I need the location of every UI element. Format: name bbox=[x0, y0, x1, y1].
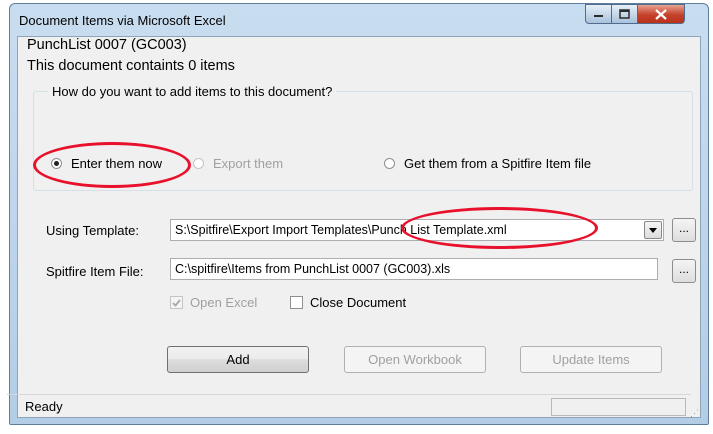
close-button[interactable] bbox=[637, 4, 685, 24]
maximize-icon bbox=[619, 9, 630, 19]
checkbox-box bbox=[170, 296, 183, 309]
open-excel-checkbox: Open Excel bbox=[170, 295, 257, 310]
document-name: PunchList 0007 (GC003) bbox=[27, 37, 187, 53]
update-items-button: Update Items bbox=[520, 346, 662, 373]
add-button[interactable]: Add bbox=[167, 346, 309, 373]
radio-spitfire-file[interactable]: Get them from a Spitfire Item file bbox=[384, 156, 591, 171]
template-browse-button[interactable]: ... bbox=[672, 218, 696, 242]
radio-button[interactable] bbox=[384, 158, 395, 169]
maximize-button[interactable] bbox=[611, 4, 638, 24]
radio-button bbox=[193, 158, 204, 169]
template-dropdown-button[interactable] bbox=[644, 221, 662, 239]
radio-export: Export them bbox=[193, 156, 283, 171]
close-icon bbox=[655, 8, 667, 20]
document-item-count: This document containts 0 items bbox=[27, 58, 235, 74]
window-title: Document Items via Microsoft Excel bbox=[19, 13, 226, 28]
template-label: Using Template: bbox=[46, 223, 139, 238]
status-text: Ready bbox=[25, 399, 63, 414]
item-file-input[interactable]: C:\spitfire\Items from PunchList 0007 (G… bbox=[170, 258, 658, 280]
radio-spitfire-file-label: Get them from a Spitfire Item file bbox=[404, 156, 592, 171]
highlight-template-name bbox=[401, 207, 598, 249]
title-bar[interactable]: Document Items via Microsoft Excel bbox=[10, 4, 708, 36]
minimize-button[interactable] bbox=[585, 4, 612, 24]
status-progress-panel bbox=[551, 398, 686, 416]
add-items-group-legend: How do you want to add items to this doc… bbox=[48, 84, 337, 99]
item-file-value: C:\spitfire\Items from PunchList 0007 (G… bbox=[175, 262, 451, 276]
radio-export-label: Export them bbox=[213, 156, 284, 171]
checkbox-box[interactable] bbox=[290, 296, 303, 309]
open-workbook-button: Open Workbook bbox=[344, 346, 486, 373]
close-document-checkbox[interactable]: Close Document bbox=[290, 295, 406, 310]
highlight-enter-now bbox=[33, 142, 191, 188]
close-document-label: Close Document bbox=[310, 295, 407, 310]
open-excel-label: Open Excel bbox=[190, 295, 258, 310]
minimize-icon bbox=[594, 15, 603, 17]
item-file-browse-button[interactable]: ... bbox=[672, 259, 696, 283]
item-file-label: Spitfire Item File: bbox=[46, 264, 144, 279]
chevron-down-icon bbox=[649, 227, 657, 233]
checkmark-icon bbox=[172, 298, 181, 307]
resize-grip-icon[interactable]: ⋰ bbox=[690, 408, 699, 419]
